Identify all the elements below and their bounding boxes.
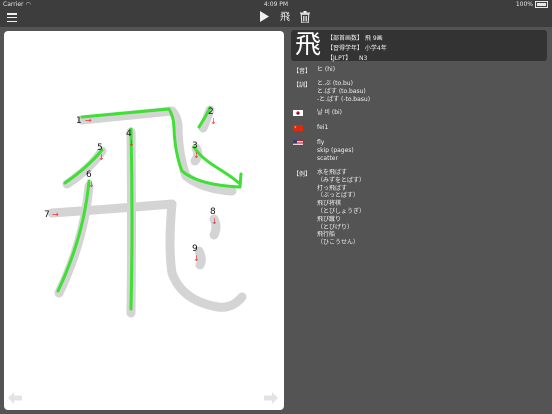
english-meanings: fly skip (pages) scatter	[317, 139, 354, 162]
stroke-arrow-1: →	[85, 116, 92, 125]
stroke-number-4: 4	[126, 129, 132, 139]
china-flag-icon: ★	[293, 124, 303, 131]
stroke-diagram: 1 → 2 ↓ 3 ↓ 4 ↓ 5 ↓ 6 ↓ 7 → 8 ↓ 9 ↓	[44, 105, 247, 318]
next-arrow-icon[interactable]	[264, 390, 278, 404]
stroke-number-6: 6	[86, 170, 92, 180]
kanji-toggle-icon[interactable]: 飛	[278, 11, 292, 25]
stroke-arrow-2: ↓	[210, 117, 217, 126]
status-time: 4:09 PM	[263, 1, 289, 8]
menu-icon[interactable]	[7, 13, 17, 23]
stroke-number-8: 8	[210, 207, 216, 217]
stroke-number-2: 2	[208, 107, 214, 117]
radical-strokes: 【部首画数】 飛 9画	[327, 35, 383, 42]
school-grade: 【習得学年】 小学4年	[327, 45, 387, 52]
jlpt-level: 【JLPT】 N3	[327, 55, 368, 62]
on-reading: ヒ (hi)	[317, 66, 336, 73]
toolbar: 飛	[0, 9, 552, 27]
kun-readings: と.ぶ (to.bu) と.ばす (to.basu) -と.ばす (-to.ba…	[317, 80, 371, 103]
stroke-number-7: 7	[44, 210, 50, 220]
stroke-arrow-7: →	[52, 210, 59, 219]
kanji-header: 飛 【部首画数】 飛 9画 【習得学年】 小学4年 【JLPT】 N3	[291, 30, 547, 62]
stroke-arrow-6: ↓	[88, 180, 95, 189]
stroke-number-1: 1	[76, 116, 82, 126]
status-bar: Carrier ◠ 4:09 PM 100%	[0, 0, 552, 9]
stroke-number-9: 9	[192, 244, 198, 254]
trash-icon[interactable]	[299, 11, 311, 25]
svg-text:★: ★	[294, 125, 297, 129]
play-icon[interactable]	[258, 11, 270, 25]
kanji-character: 飛	[295, 30, 322, 60]
battery-indicator: 100%	[516, 0, 548, 9]
stroke-number-5: 5	[97, 143, 103, 153]
prev-arrow-icon[interactable]	[8, 390, 22, 404]
korean-reading: 날 비 (bi)	[317, 109, 343, 116]
stroke-arrow-9: ↓	[193, 254, 200, 263]
battery-icon	[535, 1, 548, 8]
stroke-arrow-3: ↓	[193, 151, 200, 160]
stroke-arrow-4: ↓	[128, 139, 135, 148]
chinese-reading: fei1	[317, 124, 329, 131]
drawing-canvas[interactable]: 1 → 2 ↓ 3 ↓ 4 ↓ 5 ↓ 6 ↓ 7 → 8 ↓ 9 ↓	[4, 31, 284, 410]
stroke-arrow-8: ↓	[211, 217, 218, 226]
stroke-number-3: 3	[192, 141, 198, 151]
us-flag-icon	[293, 139, 303, 146]
example-words: 水を飛ばす （みずをとばす） 打っ飛ばす （ぶっとばす） 飛び将棋 （とびしょう…	[317, 169, 366, 247]
kanji-info-panel: 飛 【部首画数】 飛 9画 【習得学年】 小学4年 【JLPT】 N3 【音】 …	[287, 27, 552, 414]
korea-flag-icon	[293, 109, 303, 116]
stroke-arrow-5: ↓	[98, 153, 105, 162]
